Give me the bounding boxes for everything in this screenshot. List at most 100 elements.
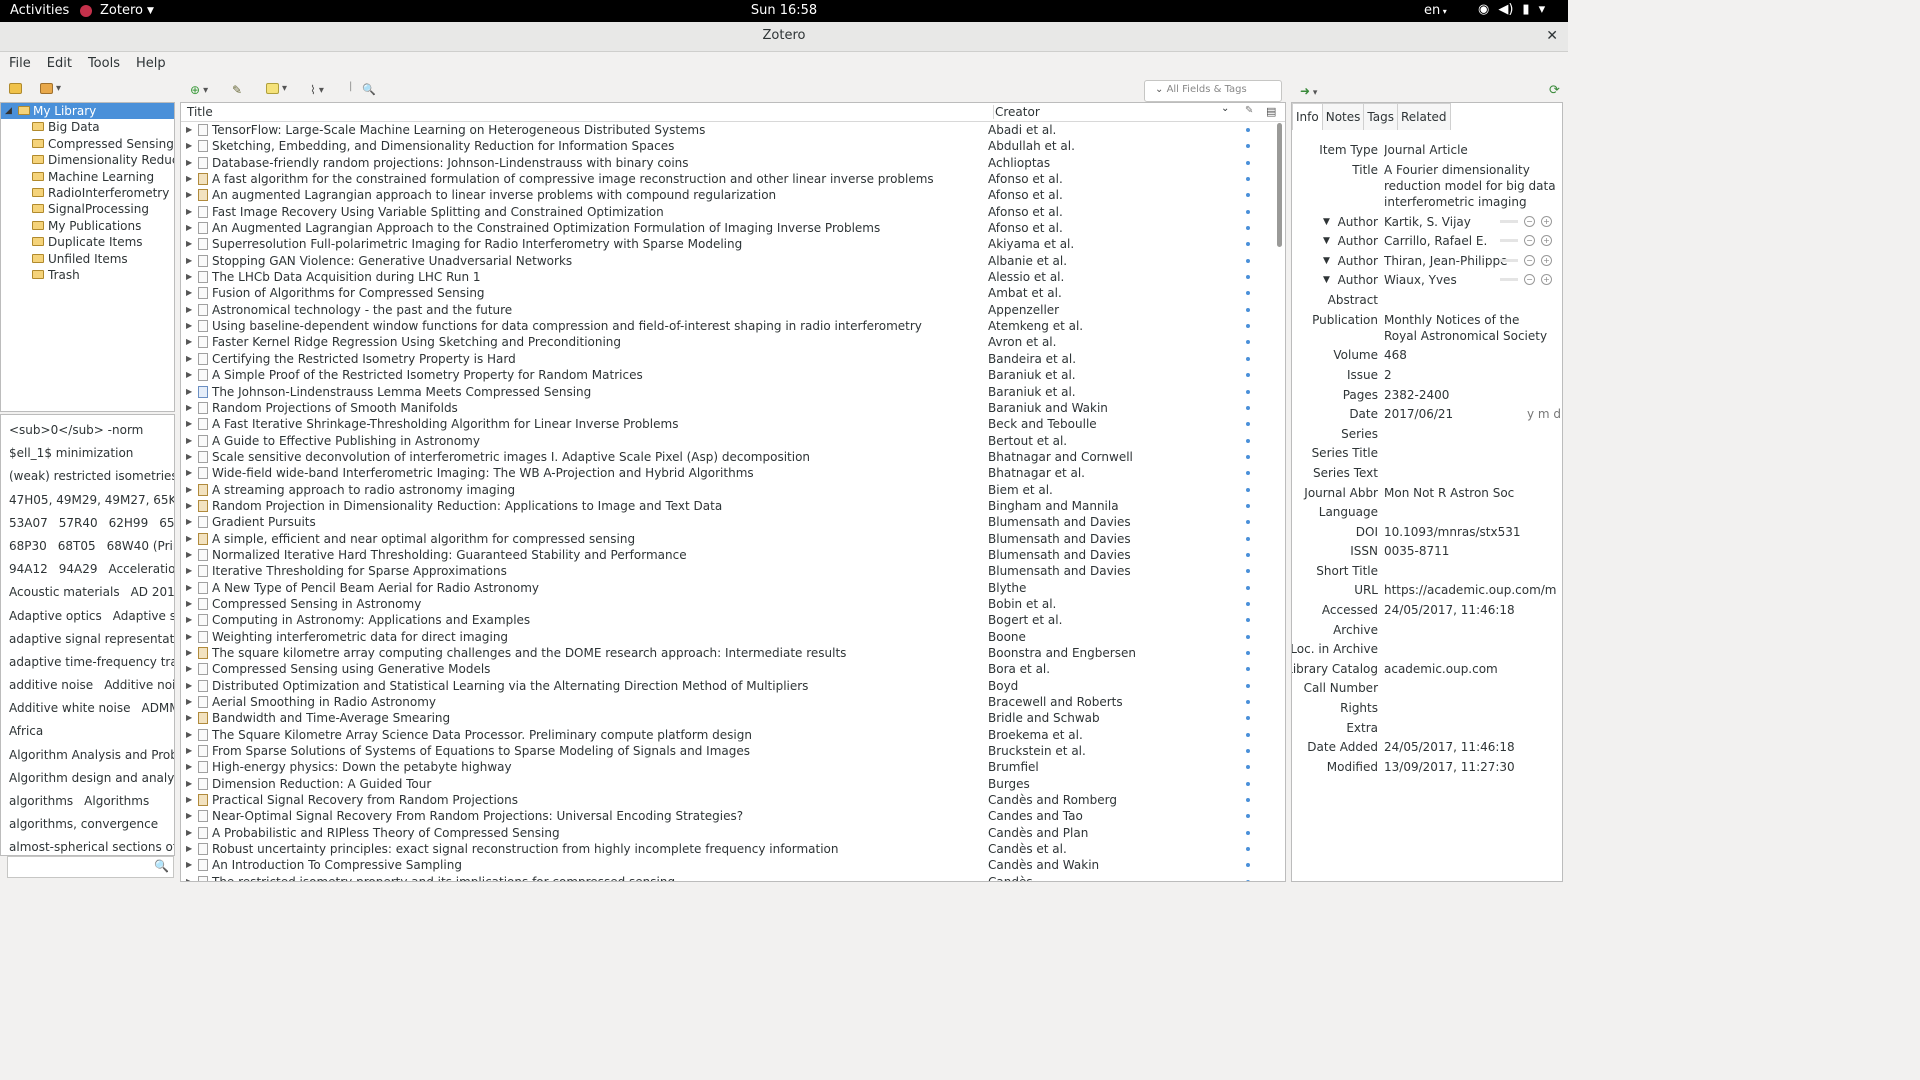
field-value[interactable]: 0035-8711 xyxy=(1384,543,1556,559)
expand-arrow-icon[interactable]: ▶ xyxy=(186,236,192,252)
table-row[interactable]: ▶ Robust uncertainty principles: exact si… xyxy=(181,841,1275,857)
attachment-dot-icon[interactable] xyxy=(1246,258,1250,263)
table-row[interactable]: ▶ An augmented Lagrangian approach to lin… xyxy=(181,187,1275,203)
expand-arrow-icon[interactable]: ▶ xyxy=(186,122,192,138)
table-row[interactable]: ▶ Dimension Reduction: A Guided Tour Burge… xyxy=(181,776,1275,792)
minus-icon[interactable]: − xyxy=(1524,254,1535,266)
menu-help[interactable]: Help xyxy=(131,52,172,76)
attachment-dot-icon[interactable] xyxy=(1246,651,1250,655)
table-row[interactable]: ▶ A New Type of Pencil Beam Aerial for Ra… xyxy=(181,580,1275,596)
table-row[interactable]: ▶ Wide-field wide-band Interferometric Im… xyxy=(181,465,1275,481)
scrollbar-thumb[interactable] xyxy=(1277,123,1282,247)
collection-item[interactable]: Big Data xyxy=(1,119,174,135)
expand-arrow-icon[interactable]: ▶ xyxy=(186,710,192,726)
expand-arrow-icon[interactable]: ▶ xyxy=(186,285,192,301)
field-value[interactable]: 24/05/2017, 11:46:18 xyxy=(1384,739,1556,755)
expand-arrow-icon[interactable]: ▶ xyxy=(186,678,192,694)
plus-icon[interactable]: + xyxy=(1541,274,1552,286)
tag-chip[interactable]: Algorithms xyxy=(84,794,149,808)
menu-tools[interactable]: Tools xyxy=(83,52,126,76)
expand-arrow-icon[interactable]: ▶ xyxy=(186,874,192,881)
table-row[interactable]: ▶ An Augmented Lagrangian Approach to the… xyxy=(181,220,1275,236)
expand-arrow-icon[interactable]: ▶ xyxy=(186,384,192,400)
search-input[interactable]: ⌄ All Fields & Tags xyxy=(1144,80,1282,102)
expand-arrow-icon[interactable]: ▶ xyxy=(186,514,192,530)
table-row[interactable]: ▶ Superresolution Full-polarimetric Imagi… xyxy=(181,236,1275,252)
expand-arrow-icon[interactable]: ▶ xyxy=(186,580,192,596)
table-row[interactable]: ▶ The Square Kilometre Array Science Data… xyxy=(181,727,1275,743)
tag-chip[interactable]: algorithms, convergence xyxy=(9,817,158,831)
new-note-button[interactable]: ▾ xyxy=(266,83,287,94)
table-row[interactable]: ▶ Scale sensitive deconvolution of interf… xyxy=(181,449,1275,465)
expand-arrow-icon[interactable]: ▶ xyxy=(186,351,192,367)
attachment-dot-icon[interactable] xyxy=(1246,732,1250,737)
author-mode-toggle[interactable] xyxy=(1500,219,1518,223)
field-value[interactable]: 24/05/2017, 11:46:18 xyxy=(1384,602,1556,618)
table-row[interactable]: ▶ Fusion of Algorithms for Compressed Sen… xyxy=(181,285,1275,301)
tag-chip[interactable]: 65C9 xyxy=(159,516,174,530)
wifi-icon[interactable]: ◉ xyxy=(1478,2,1489,17)
tab-related[interactable]: Related xyxy=(1396,103,1451,130)
expand-arrow-icon[interactable]: ▶ xyxy=(186,694,192,710)
attachment-dot-icon[interactable] xyxy=(1246,128,1250,132)
table-row[interactable]: ▶ Random Projections of Smooth Manifolds B… xyxy=(181,400,1275,416)
attachment-dot-icon[interactable] xyxy=(1246,798,1250,803)
expand-arrow-icon[interactable]: ▶ xyxy=(186,482,192,498)
expand-arrow-icon[interactable]: ▶ xyxy=(186,465,192,481)
chevron-down-icon[interactable]: ▼ xyxy=(1323,253,1330,269)
plus-icon[interactable]: + xyxy=(1541,215,1552,227)
power-icon[interactable]: ▾ xyxy=(1539,2,1546,17)
table-row[interactable]: ▶ The square kilometre array computing ch… xyxy=(181,645,1275,661)
tag-chip[interactable]: 68W40 (Prima xyxy=(107,539,174,553)
attachment-dot-icon[interactable] xyxy=(1246,667,1250,672)
attachment-dot-icon[interactable] xyxy=(1246,193,1250,198)
add-attachment-button[interactable]: ⌇ ▾ xyxy=(310,83,324,97)
collection-item[interactable]: Compressed Sensing xyxy=(1,136,174,152)
attachment-dot-icon[interactable] xyxy=(1246,438,1250,443)
minus-icon[interactable]: − xyxy=(1524,215,1535,227)
table-row[interactable]: ▶ A streaming approach to radio astronomy… xyxy=(181,482,1275,498)
volume-icon[interactable]: ◀) xyxy=(1498,2,1513,17)
chevron-down-icon[interactable]: ▼ xyxy=(1323,272,1330,288)
tag-chip[interactable]: adaptive time-frequency transf xyxy=(9,655,174,669)
expand-arrow-icon[interactable]: ▶ xyxy=(186,612,192,628)
collection-item[interactable]: Dimensionality Reduc... xyxy=(1,152,174,168)
tab-tags[interactable]: Tags xyxy=(1363,103,1398,130)
attachment-dot-icon[interactable] xyxy=(1246,454,1250,459)
tag-chip[interactable]: Acceleration xyxy=(109,562,175,576)
attachment-dot-icon[interactable] xyxy=(1246,356,1250,361)
field-value[interactable]: A Fourier dimensionality reduction model… xyxy=(1384,162,1556,210)
chevron-down-icon[interactable]: ⌄ xyxy=(1221,103,1229,114)
tab-info[interactable]: Info xyxy=(1292,103,1323,130)
attachment-dot-icon[interactable] xyxy=(1246,422,1250,427)
expand-arrow-icon[interactable]: ▶ xyxy=(186,302,192,318)
activities-button[interactable]: Activities xyxy=(10,3,69,18)
table-row[interactable]: ▶ Distributed Optimization and Statistica… xyxy=(181,678,1275,694)
attachment-dot-icon[interactable] xyxy=(1246,324,1250,329)
battery-icon[interactable]: ▮ xyxy=(1522,2,1529,17)
expand-arrow-icon[interactable]: ▶ xyxy=(186,531,192,547)
tag-chip[interactable]: Additive noise xyxy=(104,678,174,692)
table-row[interactable]: ▶ Compressed Sensing in Astronomy Bobin et… xyxy=(181,596,1275,612)
table-row[interactable]: ▶ Astronomical technology - the past and … xyxy=(181,302,1275,318)
table-row[interactable]: ▶ Using baseline-dependent window functio… xyxy=(181,318,1275,334)
minus-icon[interactable]: − xyxy=(1524,235,1535,247)
expand-arrow-icon[interactable]: ▶ xyxy=(186,449,192,465)
attachment-dot-icon[interactable] xyxy=(1246,520,1250,525)
table-row[interactable]: ▶ Computing in Astronomy: Applications an… xyxy=(181,612,1275,628)
tag-chip[interactable]: 53A07 xyxy=(9,516,48,530)
field-value[interactable]: 2382-2400 xyxy=(1384,387,1556,403)
field-value[interactable]: https://academic.oup.com/mnr... xyxy=(1384,582,1556,598)
table-row[interactable]: ▶ Practical Signal Recovery from Random P… xyxy=(181,792,1275,808)
expand-arrow-icon[interactable]: ▶ xyxy=(186,759,192,775)
tag-chip[interactable]: 62H99 xyxy=(109,516,149,530)
tag-chip[interactable]: almost-spherical sections of Ba xyxy=(9,840,174,854)
table-row[interactable]: ▶ Compressed Sensing using Generative Mod… xyxy=(181,661,1275,677)
table-row[interactable]: ▶ TensorFlow: Large-Scale Machine Learnin… xyxy=(181,122,1275,138)
expand-arrow-icon[interactable]: ▶ xyxy=(186,253,192,269)
table-row[interactable]: ▶ Weighting interferometric data for dire… xyxy=(181,629,1275,645)
table-row[interactable]: ▶ Random Projection in Dimensionality Red… xyxy=(181,498,1275,514)
attachment-dot-icon[interactable] xyxy=(1246,634,1250,639)
expand-arrow-icon[interactable]: ▶ xyxy=(186,187,192,203)
field-value[interactable]: 468 xyxy=(1384,347,1556,363)
